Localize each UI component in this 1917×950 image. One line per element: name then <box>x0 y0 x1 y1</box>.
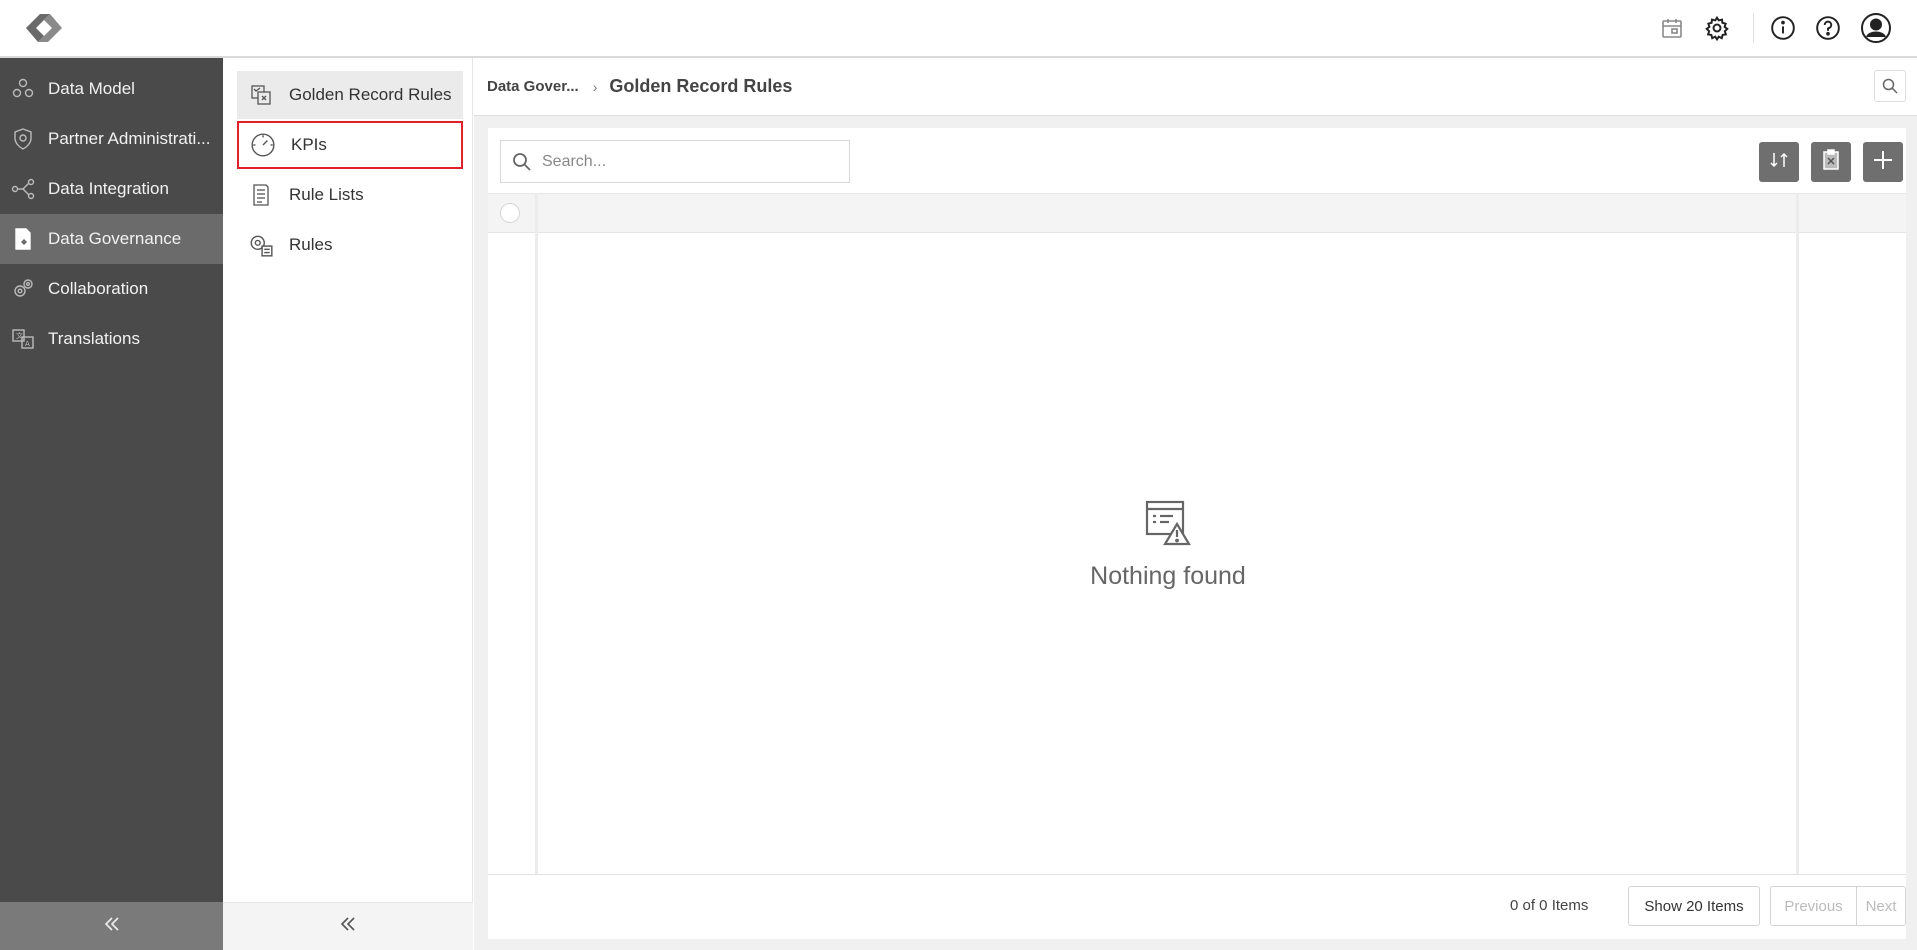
page-title: Golden Record Rules <box>609 76 793 96</box>
item-count: 0 of 0 Items <box>1510 897 1589 914</box>
sidebar-item-translations[interactable]: 文 A Translations <box>0 314 223 364</box>
sidebar-item-data-model[interactable]: Data Model <box>0 64 223 114</box>
gear-document-icon <box>247 231 275 259</box>
grid-header <box>488 193 1906 233</box>
subnav-item-label: Rules <box>289 235 333 254</box>
subnav-item-rule-lists[interactable]: Rule Lists <box>237 171 463 219</box>
golden-record-icon <box>247 81 275 109</box>
sidebar-item-label: Collaboration <box>48 279 149 298</box>
list-document-icon <box>247 181 275 209</box>
search-field[interactable] <box>500 140 850 183</box>
subnav-collapse-button[interactable] <box>223 902 473 950</box>
secondary-nav: Golden Record Rules KPIs Rule Lists Rule… <box>223 58 473 950</box>
governance-icon <box>10 226 36 252</box>
pagination-bar: 0 of 0 Items Show 20 Items Previous Next <box>488 874 1906 939</box>
info-icon[interactable] <box>1766 11 1800 45</box>
empty-warning-icon <box>1143 498 1193 548</box>
refresh-icon <box>1768 149 1790 176</box>
grid-column-divider[interactable] <box>535 193 538 874</box>
search-icon <box>513 152 531 171</box>
double-chevron-left-icon <box>339 915 357 938</box>
breadcrumb-separator: › <box>592 78 598 95</box>
sidebar-item-data-integration[interactable]: Data Integration <box>0 164 223 214</box>
sidebar-item-data-governance[interactable]: Data Governance <box>0 214 223 264</box>
shield-icon <box>10 126 36 152</box>
previous-button[interactable]: Previous <box>1770 886 1856 926</box>
toolbar-divider <box>1753 13 1754 43</box>
subnav-item-label: KPIs <box>291 135 327 154</box>
sidebar-item-label: Partner Administrati... <box>48 129 211 148</box>
add-button[interactable] <box>1863 142 1903 182</box>
select-all-checkbox[interactable] <box>500 203 520 223</box>
speedometer-icon <box>249 131 277 159</box>
sidebar-item-label: Data Governance <box>48 229 182 248</box>
integration-icon <box>10 176 36 202</box>
svg-text:文: 文 <box>16 331 23 340</box>
help-icon[interactable] <box>1811 11 1845 45</box>
subnav-item-label: Golden Record Rules <box>289 85 452 104</box>
subnav-item-golden-record-rules[interactable]: Golden Record Rules <box>237 71 463 119</box>
search-input[interactable] <box>542 152 842 171</box>
data-grid-panel: Nothing found 0 of 0 Items Show 20 Items… <box>488 128 1906 939</box>
empty-state-text: Nothing found <box>1090 562 1246 590</box>
subnav-item-label: Rule Lists <box>289 185 364 204</box>
breadcrumb: Data Gover... › Golden Record Rules <box>474 58 1917 116</box>
main-content: Data Gover... › Golden Record Rules Sear… <box>474 58 1917 950</box>
double-chevron-left-icon <box>103 915 121 938</box>
sidebar-item-collaboration[interactable]: Collaboration <box>0 264 223 314</box>
gear-icon[interactable] <box>1700 11 1734 45</box>
grid-column-divider[interactable] <box>1796 193 1799 874</box>
sidebar-item-label: Translations <box>48 329 140 348</box>
next-button[interactable]: Next <box>1856 886 1906 926</box>
svg-text:A: A <box>25 340 30 348</box>
calendar-icon[interactable] <box>1655 11 1689 45</box>
translate-icon: 文 A <box>10 326 36 352</box>
clear-icon <box>1821 148 1841 176</box>
sidebar-item-partner-administration[interactable]: Partner Administrati... <box>0 114 223 164</box>
add-icon <box>1872 149 1894 176</box>
collaboration-icon <box>10 276 36 302</box>
subnav-item-kpis[interactable]: KPIs <box>237 121 463 169</box>
search-icon[interactable] <box>1874 70 1906 102</box>
refresh-button[interactable] <box>1759 142 1799 182</box>
main-sidebar: Data Model Partner Administrati... Data … <box>0 58 223 950</box>
sidebar-collapse-button[interactable] <box>0 902 223 950</box>
user-icon[interactable] <box>1859 11 1893 45</box>
data-model-icon <box>10 76 36 102</box>
subnav-item-rules[interactable]: Rules <box>237 221 463 269</box>
app-logo[interactable] <box>20 8 70 48</box>
page-size-button[interactable]: Show 20 Items <box>1628 886 1760 926</box>
sidebar-item-label: Data Model <box>48 79 135 98</box>
breadcrumb-root-link[interactable]: Data Gover... <box>487 78 579 95</box>
sidebar-item-label: Data Integration <box>48 179 169 198</box>
top-bar <box>0 0 1917 58</box>
clear-button[interactable] <box>1811 142 1851 182</box>
empty-state: Nothing found <box>1068 498 1268 591</box>
